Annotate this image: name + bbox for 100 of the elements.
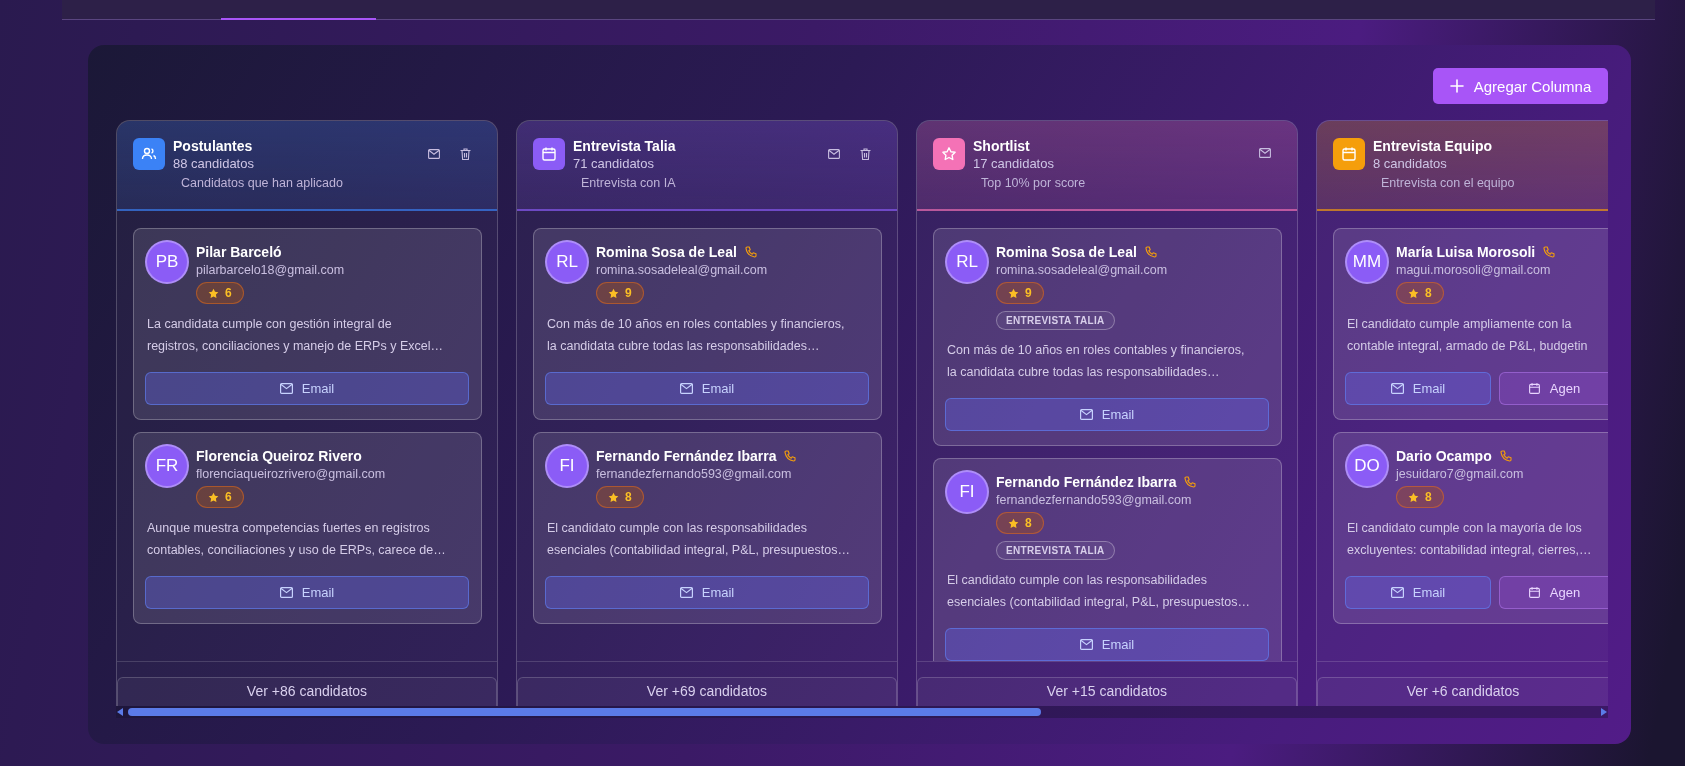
candidate-name: Fernando Fernández Ibarra [596,448,777,464]
email-button[interactable]: Email [145,372,469,405]
candidate-summary: La candidata cumple con gestión integral de registros, conciliaciones y manejo de ERPs y Excel… [147,316,444,355]
column-description: Entrevista con IA [581,176,677,190]
candidate-name: Romina Sosa de Leal [596,244,737,260]
column-title: Entrevista Talia [573,138,677,155]
calendar-icon [1527,586,1541,599]
phone-icon[interactable] [1184,475,1198,489]
candidate-card[interactable]: RL Romina Sosa de Leal romina.sosadeleal@gmail.com 9 Con más de 10 años en roles contables y financieros, la candidata cubre todas las responsabilidades… Email [533,228,882,420]
mail-icon[interactable] [828,149,840,159]
email-button[interactable]: Email [545,576,869,609]
scroll-left-icon[interactable] [116,707,124,717]
email-button[interactable]: Email [545,372,869,405]
mail-icon [279,587,293,598]
calendar-icon [1527,382,1541,395]
candidate-name: Fernando Fernández Ibarra [996,474,1177,490]
candidate-card[interactable]: FI Fernando Fernández Ibarra fernandezfernando593@gmail.com 8 El candidato cumple con las responsabilidades esenciales (contabilidad integral, P&L, presupuestos… Email [533,432,882,624]
candidate-name: Pilar Barceló [196,244,282,260]
candidate-email: magui.morosoli@gmail.com [1396,263,1551,277]
mail-icon [1079,639,1093,650]
star-icon [208,287,219,299]
show-more-button[interactable]: Ver +6 candidatos [1317,677,1608,706]
phone-icon[interactable] [744,245,758,259]
mail-icon [279,383,293,394]
show-more-button[interactable]: Ver +15 candidatos [917,677,1297,706]
avatar: MM [1345,240,1389,284]
candidate-name: Florencia Queiroz Rivero [196,448,362,464]
candidate-name: Dario Ocampo [1396,448,1492,464]
email-button[interactable]: Email [945,628,1269,661]
candidate-card[interactable]: MM María Luisa Morosoli magui.morosoli@gmail.com 8 El candidato cumple ampliamente con la contable integral, armado de P&L, budgetin Email Agen [1333,228,1608,420]
stage-tag: ENTREVISTA TALIA [996,311,1115,330]
score-badge: 8 [1396,282,1444,304]
candidate-email: jesuidaro7@gmail.com [1396,467,1524,481]
candidate-email: romina.sosadeleal@gmail.com [596,263,768,277]
avatar: PB [145,240,189,284]
avatar: RL [545,240,589,284]
phone-icon[interactable] [784,449,798,463]
column-title: Entrevista Equipo [1373,138,1494,155]
avatar: DO [1345,444,1389,488]
phone-icon[interactable] [1144,245,1158,259]
candidate-email: pilarbarcelo18@gmail.com [196,263,345,277]
candidate-summary: Con más de 10 años en roles contables y financieros, la candidata cubre todas las responsabilidades… [547,316,846,355]
candidate-email: fernandezfernando593@gmail.com [596,467,792,481]
email-button[interactable]: Email [1345,372,1491,405]
candidate-summary: El candidato cumple con la mayoría de los excluyentes: contabilidad integral, cierres,… [1347,520,1593,559]
scrollbar-thumb[interactable] [128,708,1041,716]
score-badge: 8 [996,512,1044,534]
candidate-card[interactable]: FR Florencia Queiroz Rivero florenciaqueirozrivero@gmail.com 6 Aunque muestra competencias fuertes en registros contables, conciliaciones y uso de ERPs, carece de… Email [133,432,482,624]
score-badge: 9 [996,282,1044,304]
schedule-button[interactable]: Agen [1499,576,1608,609]
mail-icon[interactable] [428,149,440,159]
email-button[interactable]: Email [145,576,469,609]
star-icon [1408,491,1419,503]
avatar: RL [945,240,989,284]
candidate-count: 17 candidatos [973,155,1055,172]
score-badge: 6 [196,486,244,508]
add-column-button[interactable]: Agregar Columna [1433,68,1608,104]
show-more-button[interactable]: Ver +86 candidatos [117,677,497,706]
candidate-card[interactable]: RL Romina Sosa de Leal romina.sosadeleal@gmail.com 9 ENTREVISTA TALIA Con más de 10 años en roles contables y financieros, la candidata cubre todas las responsabilidades… Email [933,228,1282,446]
phone-icon[interactable] [1543,245,1557,259]
star-icon [1008,517,1019,529]
candidate-summary: El candidato cumple con las responsabilidades esenciales (contabilidad integral, P&L, presupuestos… [547,520,851,559]
column-title: Postulantes [173,138,254,155]
candidate-summary: El candidato cumple ampliamente con la contable integral, armado de P&L, budgetin [1347,316,1589,355]
avatar: FR [145,444,189,488]
column-description: Entrevista con el equipo [1381,176,1516,190]
mail-icon [1079,409,1093,420]
candidate-email: fernandezfernando593@gmail.com [996,493,1192,507]
score-badge: 9 [596,282,644,304]
score-badge: 8 [596,486,644,508]
candidate-card[interactable]: FI Fernando Fernández Ibarra fernandezfernando593@gmail.com 8 ENTREVISTA TALIA El candidato cumple con las responsabilidades esenciales (contabilidad integral, P&L, presupuestos… Email [933,458,1282,661]
star-icon [608,491,619,503]
column-description: Top 10% por score [981,176,1087,190]
email-button[interactable]: Email [945,398,1269,431]
phone-icon[interactable] [1499,449,1513,463]
star-icon [1408,287,1419,299]
mail-icon [1390,383,1404,394]
mail-icon[interactable] [1259,148,1271,158]
scroll-right-icon[interactable] [1600,707,1608,717]
candidate-summary: Con más de 10 años en roles contables y financieros, la candidata cubre todas las responsabilidades… [947,342,1246,381]
email-button[interactable]: Email [1345,576,1491,609]
show-more-button[interactable]: Ver +69 candidatos [517,677,897,706]
candidate-email: romina.sosadeleal@gmail.com [996,263,1168,277]
candidate-card[interactable]: DO Dario Ocampo jesuidaro7@gmail.com 8 El candidato cumple con la mayoría de los excluyentes: contabilidad integral, cierres,… Email Agen [1333,432,1608,624]
candidate-count: 71 candidatos [573,155,655,172]
trash-icon[interactable] [860,148,871,160]
star-icon [608,287,619,299]
schedule-button[interactable]: Agen [1499,372,1608,405]
score-badge: 6 [196,282,244,304]
candidate-summary: El candidato cumple con las responsabilidades esenciales (contabilidad integral, P&L, presupuestos… [947,572,1251,611]
avatar: FI [545,444,589,488]
candidate-email: florenciaqueirozrivero@gmail.com [196,467,386,481]
column-description: Candidatos que han aplicado [181,176,344,190]
column-title: Shortlist [973,138,1031,155]
avatar: FI [945,470,989,514]
candidate-card[interactable]: PB Pilar Barceló pilarbarcelo18@gmail.com 6 La candidata cumple con gestión integral de registros, conciliaciones y manejo de ERPs y Excel… Email [133,228,482,420]
trash-icon[interactable] [460,148,471,160]
score-badge: 8 [1396,486,1444,508]
star-icon [208,491,219,503]
mail-icon [679,587,693,598]
